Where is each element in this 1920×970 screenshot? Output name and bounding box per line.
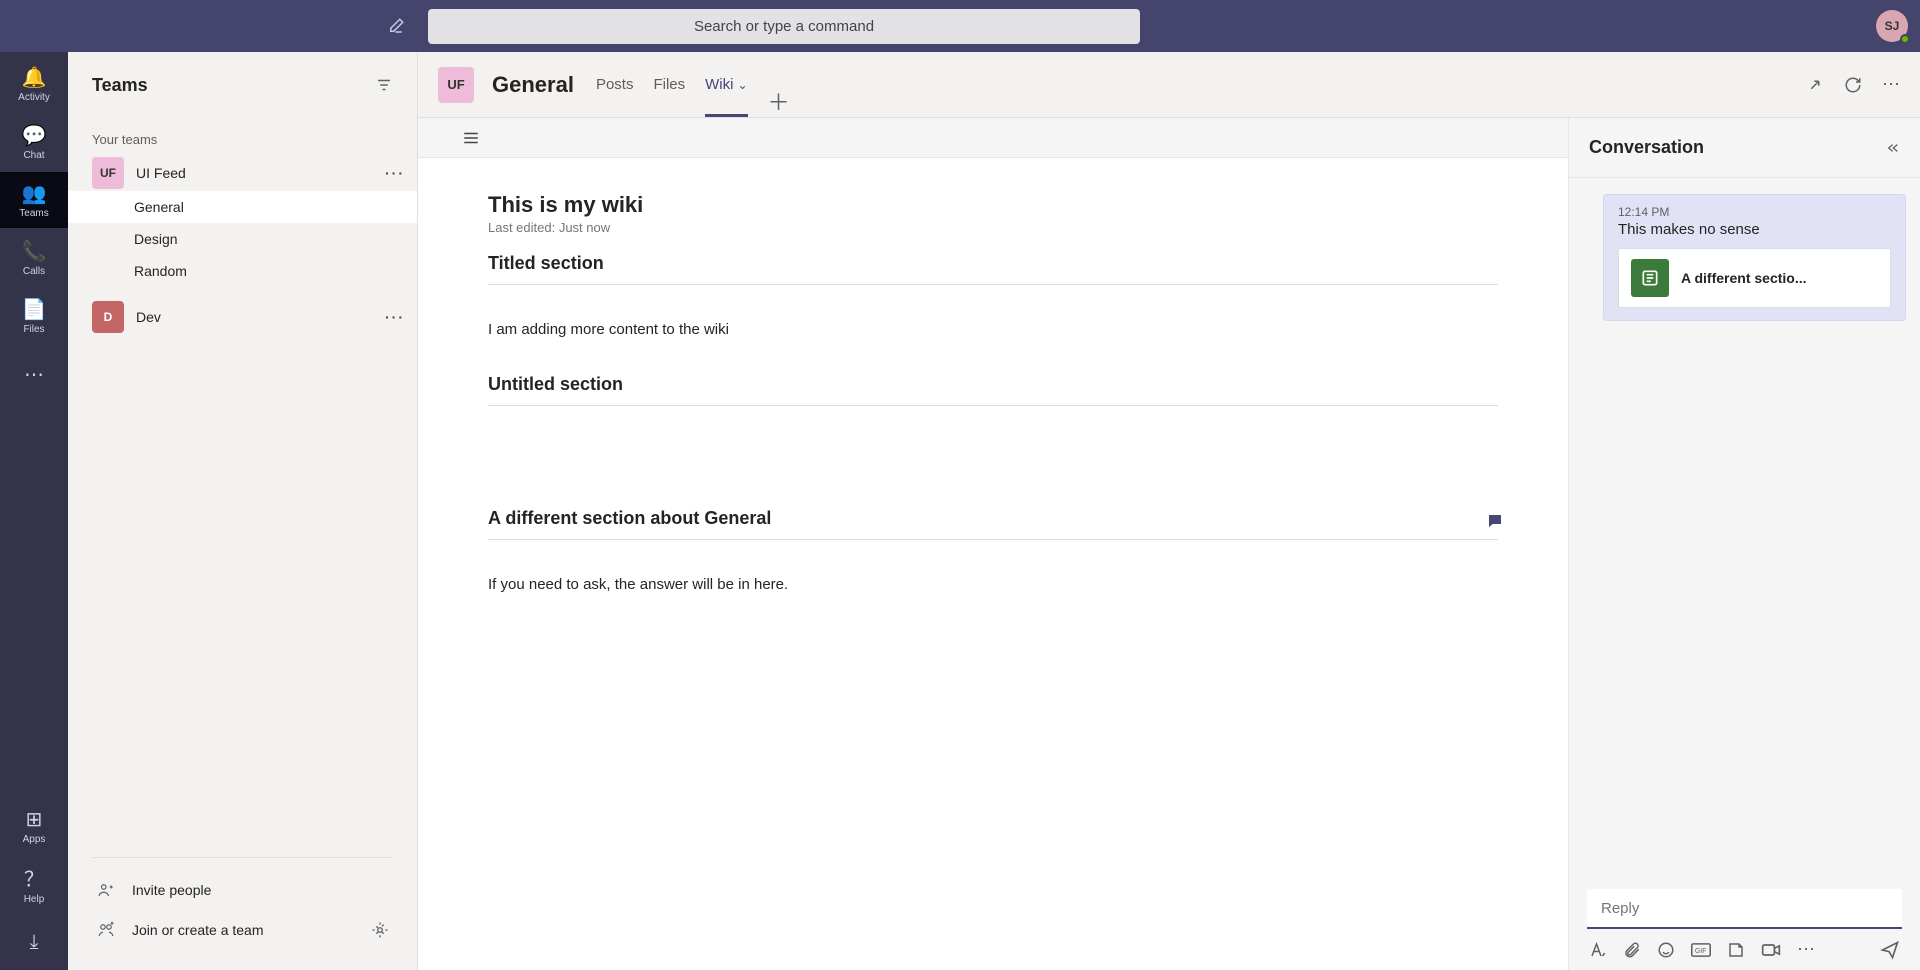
gif-icon[interactable]: GIF bbox=[1691, 942, 1711, 958]
svg-text:GIF: GIF bbox=[1695, 948, 1707, 955]
compose-button[interactable] bbox=[380, 10, 412, 42]
team-name: UI Feed bbox=[136, 165, 186, 181]
filter-icon[interactable] bbox=[375, 76, 393, 94]
channel-design[interactable]: Design bbox=[68, 223, 417, 255]
more-icon[interactable]: ⋯ bbox=[1882, 74, 1900, 95]
wiki-page: This is my wiki Last edited: Just now Ti… bbox=[418, 158, 1568, 970]
gear-icon[interactable] bbox=[371, 921, 389, 939]
invite-people[interactable]: Invite people bbox=[68, 870, 417, 910]
more-icon[interactable]: ⋯ bbox=[1797, 939, 1815, 960]
team-uifeed[interactable]: UF UI Feed ··· bbox=[68, 155, 417, 191]
channel-general[interactable]: General bbox=[68, 191, 417, 223]
refresh-icon[interactable] bbox=[1844, 76, 1862, 94]
team-more-icon[interactable]: ··· bbox=[385, 309, 405, 325]
conversation-panel: Conversation 12:14 PM This makes no sens… bbox=[1568, 118, 1920, 970]
tab-posts[interactable]: Posts bbox=[596, 52, 634, 117]
user-avatar[interactable]: SJ bbox=[1876, 10, 1908, 42]
emoji-icon[interactable] bbox=[1657, 941, 1675, 959]
download-icon: ⤓ bbox=[30, 931, 39, 954]
rail-calls[interactable]: 📞 Calls bbox=[0, 230, 68, 286]
wiki-title[interactable]: This is my wiki bbox=[488, 192, 1498, 218]
section-body[interactable]: I am adding more content to the wiki bbox=[488, 307, 1498, 374]
channel-random[interactable]: Random bbox=[68, 255, 417, 287]
titlebar: Search or type a command SJ bbox=[0, 0, 1920, 52]
bell-icon: 🔔 bbox=[22, 65, 47, 90]
rail-activity[interactable]: 🔔 Activity bbox=[0, 56, 68, 112]
section-body[interactable]: If you need to ask, the answer will be i… bbox=[488, 562, 1498, 629]
phone-icon: 📞 bbox=[22, 239, 47, 264]
section-title[interactable]: Titled section bbox=[488, 253, 1498, 284]
rail-download[interactable]: ⤓ bbox=[0, 914, 68, 970]
conversation-title: Conversation bbox=[1589, 137, 1704, 158]
app-rail: 🔔 Activity 💬 Chat 👥 Teams 📞 Calls 📄 File… bbox=[0, 52, 68, 970]
attach-icon[interactable] bbox=[1623, 941, 1641, 959]
wiki-section[interactable]: Untitled section bbox=[488, 374, 1498, 406]
apps-icon: ⊞ bbox=[26, 807, 43, 832]
team-name: Dev bbox=[136, 309, 161, 325]
section-title[interactable]: Untitled section bbox=[488, 374, 1498, 405]
reference-label: A different sectio... bbox=[1681, 270, 1807, 286]
teams-icon: 👥 bbox=[22, 181, 47, 206]
rail-apps[interactable]: ⊞ Apps bbox=[0, 798, 68, 854]
teams-panel: Teams Your teams UF UI Feed ··· General … bbox=[68, 52, 418, 970]
channel-title: General bbox=[492, 72, 574, 98]
join-icon bbox=[96, 921, 116, 939]
channel-header: UF General Posts Files Wiki ⌄ ＋ ⋯ bbox=[418, 52, 1920, 118]
join-create-team[interactable]: Join or create a team bbox=[68, 910, 417, 950]
message-card[interactable]: 12:14 PM This makes no sense A different… bbox=[1603, 194, 1906, 321]
compose-toolbar: GIF ⋯ bbox=[1587, 929, 1902, 960]
section-title[interactable]: A different section about General bbox=[488, 508, 1498, 539]
teams-title: Teams bbox=[92, 75, 148, 96]
team-avatar: D bbox=[92, 301, 124, 333]
team-avatar: UF bbox=[92, 157, 124, 189]
hamburger-icon[interactable] bbox=[462, 131, 480, 145]
rail-teams[interactable]: 👥 Teams bbox=[0, 172, 68, 228]
reply-input[interactable] bbox=[1587, 889, 1902, 929]
team-more-icon[interactable]: ··· bbox=[385, 165, 405, 181]
team-dev[interactable]: D Dev ··· bbox=[68, 299, 417, 335]
chat-icon: 💬 bbox=[22, 123, 47, 148]
conversation-icon[interactable] bbox=[1486, 512, 1504, 530]
rail-help[interactable]: ？ Help bbox=[0, 856, 68, 912]
wiki-reference-icon bbox=[1631, 259, 1669, 297]
rail-files[interactable]: 📄 Files bbox=[0, 288, 68, 344]
presence-available-icon bbox=[1900, 34, 1910, 44]
add-tab-button[interactable]: ＋ bbox=[768, 85, 790, 117]
rail-chat[interactable]: 💬 Chat bbox=[0, 114, 68, 170]
invite-icon bbox=[96, 881, 116, 899]
rail-more[interactable]: ⋯ bbox=[0, 346, 68, 402]
more-icon: ⋯ bbox=[24, 362, 44, 387]
file-icon: 📄 bbox=[22, 297, 47, 322]
your-teams-label: Your teams bbox=[68, 118, 417, 155]
tab-wiki[interactable]: Wiki ⌄ bbox=[705, 52, 747, 117]
wiki-section[interactable]: A different section about General bbox=[488, 508, 1498, 540]
wiki-section[interactable]: Titled section bbox=[488, 253, 1498, 285]
meet-icon[interactable] bbox=[1761, 942, 1781, 958]
channel-avatar: UF bbox=[438, 67, 474, 103]
expand-icon[interactable] bbox=[1806, 76, 1824, 94]
tab-files[interactable]: Files bbox=[653, 52, 685, 117]
message-text: This makes no sense bbox=[1618, 221, 1891, 238]
search-input[interactable]: Search or type a command bbox=[428, 9, 1140, 44]
wiki-last-edited: Last edited: Just now bbox=[488, 220, 1498, 235]
format-icon[interactable] bbox=[1589, 941, 1607, 959]
close-icon[interactable] bbox=[1884, 140, 1900, 156]
message-time: 12:14 PM bbox=[1618, 205, 1891, 219]
sticker-icon[interactable] bbox=[1727, 941, 1745, 959]
message-reference[interactable]: A different sectio... bbox=[1618, 248, 1891, 308]
chevron-down-icon[interactable]: ⌄ bbox=[737, 78, 747, 92]
send-icon[interactable] bbox=[1880, 940, 1900, 960]
help-icon: ？ bbox=[24, 863, 44, 892]
section-body[interactable] bbox=[488, 428, 1498, 478]
